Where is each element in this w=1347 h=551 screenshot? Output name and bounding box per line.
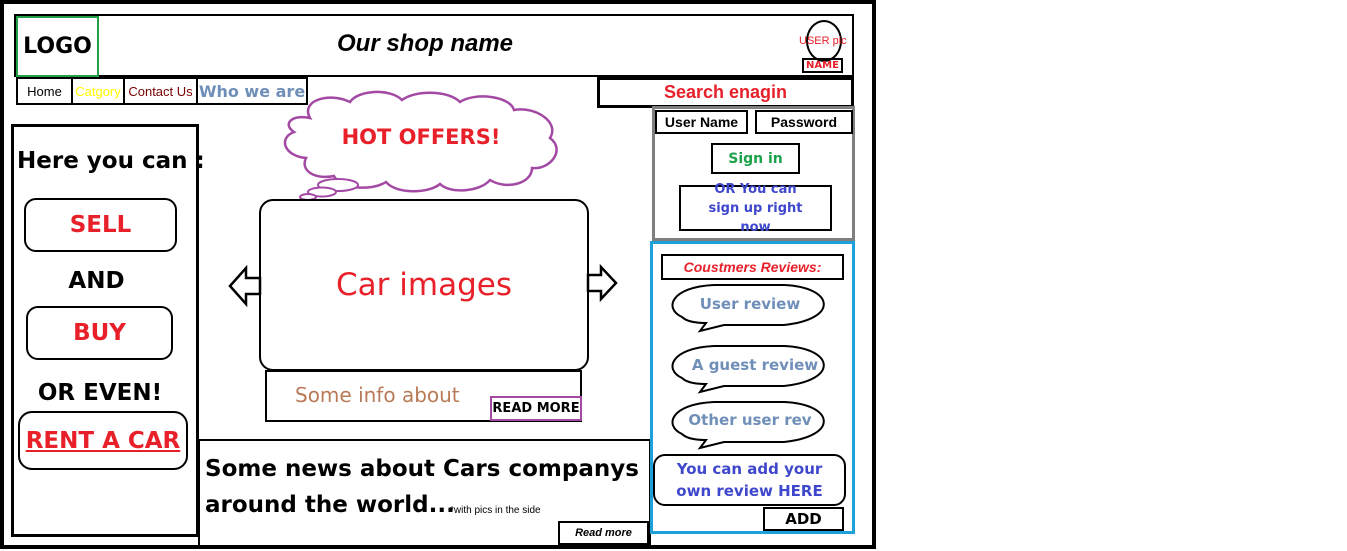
buy-button[interactable]: BUY [26, 306, 173, 360]
reviews-title: Coustmers Reviews: [661, 254, 844, 280]
add-review-prompt: You can add your own review HERE [676, 460, 823, 500]
signin-button[interactable]: Sign in [711, 143, 800, 174]
or-even-text: OR EVEN! [37, 380, 163, 406]
review-item[interactable]: A guest review [670, 351, 840, 379]
nav-item-contact-us[interactable]: Contact Us [125, 79, 198, 103]
nav-item-label: Contact Us [128, 83, 193, 99]
signin-label: Sign in [728, 150, 783, 167]
review-item-text: User review [699, 295, 801, 313]
reviews-title-text: Coustmers Reviews: [683, 259, 822, 275]
buy-label: BUY [73, 320, 126, 346]
news-headline-line2: around the world... [205, 492, 455, 518]
sell-label: SELL [69, 212, 132, 238]
add-review-input[interactable]: You can add your own review HERE [653, 454, 846, 506]
password-label: Password [770, 114, 838, 130]
car-images-carousel[interactable]: Car images [259, 199, 589, 371]
car-images-label: Car images [336, 267, 512, 303]
hot-offers-title: HOT OFFERS! [341, 125, 501, 149]
review-item-text: Other user rev [688, 411, 812, 429]
review-item[interactable]: User review [670, 290, 830, 318]
search-input[interactable]: Search enagin [597, 77, 854, 108]
offer-read-more-button[interactable]: READ MORE [490, 396, 582, 421]
nav-item-label: Home [27, 83, 62, 99]
news-headline-line1: Some news about Cars companys [205, 456, 639, 482]
sell-button[interactable]: SELL [24, 198, 177, 252]
user-name-text: NAME [806, 60, 839, 71]
add-review-label: ADD [785, 510, 822, 528]
signup-label: OR You can sign up right now [708, 181, 803, 235]
news-read-more-label: Read more [575, 527, 632, 539]
shop-name: Our shop name [336, 30, 514, 57]
user-pic-label: USER pic [799, 35, 847, 47]
review-item[interactable]: Other user rev [670, 406, 830, 434]
and-text: AND [68, 268, 125, 294]
password-field[interactable]: Password [755, 110, 853, 134]
username-label: User Name [664, 114, 739, 130]
logo-text: LOGO [23, 34, 92, 59]
rent-a-car-button[interactable]: RENT A CAR [18, 411, 188, 470]
search-placeholder: Search enagin [663, 82, 788, 102]
news-read-more-button[interactable]: Read more [558, 521, 649, 545]
nav-item-label: Catgory [75, 83, 121, 99]
signup-button[interactable]: OR You can sign up right now [679, 182, 832, 235]
review-item-text: A guest review [691, 356, 819, 374]
offer-info-text: Some info about [295, 383, 460, 407]
nav-item-category[interactable]: Catgory [73, 79, 125, 103]
add-review-button[interactable]: ADD [763, 507, 844, 531]
logo[interactable]: LOGO [16, 16, 99, 77]
left-panel-heading: Here you can : [17, 148, 205, 174]
username-field[interactable]: User Name [655, 110, 748, 134]
nav-item-home[interactable]: Home [18, 79, 73, 103]
arrow-left-icon[interactable] [228, 264, 262, 308]
offer-read-more-label: READ MORE [492, 401, 580, 416]
rent-a-car-label: RENT A CAR [25, 427, 181, 454]
news-note: *with pics in the side [450, 505, 541, 516]
user-name[interactable]: NAME [802, 58, 843, 73]
arrow-right-icon[interactable] [586, 263, 618, 303]
